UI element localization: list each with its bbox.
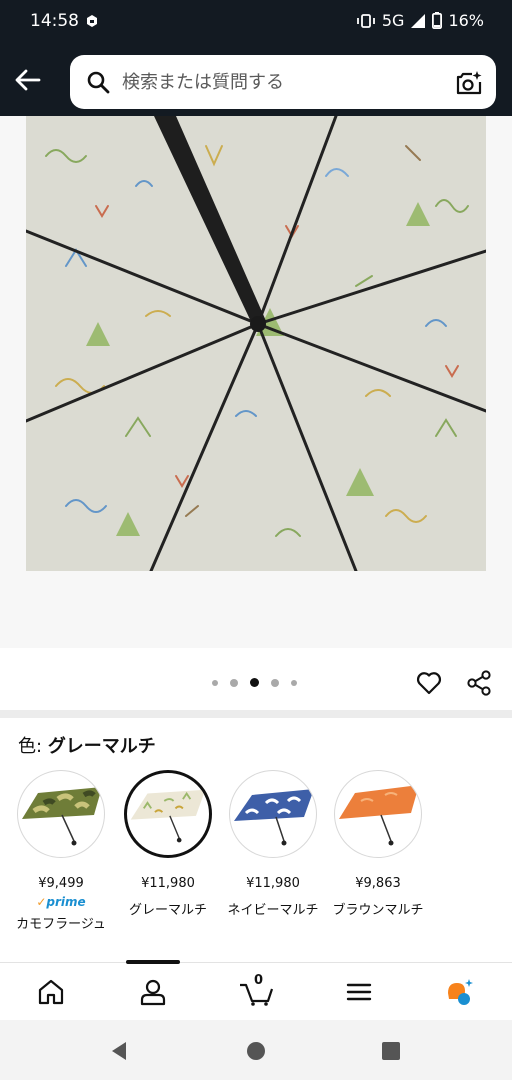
bottom-navigation: 0 (0, 960, 512, 1020)
battery-icon (432, 12, 443, 29)
umbrella-swatch-image (339, 785, 419, 846)
carousel-dot[interactable] (291, 679, 297, 686)
wishlist-heart-icon[interactable] (416, 670, 442, 696)
carousel-dot[interactable] (230, 678, 238, 687)
variant-price: ¥11,980 (246, 876, 300, 891)
variant-name: グレーマルチ (128, 903, 207, 918)
variant-swatch[interactable] (17, 770, 105, 858)
system-recents-icon[interactable] (380, 1040, 402, 1062)
section-divider (0, 710, 512, 718)
search-bar[interactable] (70, 55, 496, 109)
variant-swatch[interactable] (229, 770, 317, 858)
system-back-icon[interactable] (108, 1040, 130, 1062)
variant-price: ¥9,499 (38, 876, 84, 891)
status-bar: 14:58 5G 16% (0, 0, 512, 44)
product-image-umbrella[interactable] (26, 116, 486, 571)
variant-swatch[interactable] (334, 770, 422, 858)
variant-name: ブラウンマルチ (332, 903, 424, 918)
cart-button[interactable]: 0 (238, 973, 274, 1007)
rufus-assistant-icon[interactable] (444, 977, 474, 1007)
system-home-icon[interactable] (245, 1040, 267, 1062)
variant-name: ネイビーマルチ (227, 903, 319, 918)
variant-price: ¥9,863 (355, 876, 401, 891)
account-icon[interactable] (138, 977, 168, 1007)
back-button[interactable] (10, 62, 46, 98)
cart-count: 0 (254, 973, 264, 988)
color-selector: 色: グレーマルチ ¥9,499 ✓prime カモフラージュ ¥11,980 … (0, 718, 512, 962)
carousel-dots[interactable] (212, 678, 297, 687)
color-variant-grey-multi[interactable]: ¥11,980 グレーマルチ (116, 770, 220, 918)
home-icon[interactable] (36, 977, 66, 1007)
carousel-dot[interactable] (212, 679, 218, 686)
app-notification-icon (87, 15, 97, 27)
color-variant-camouflage[interactable]: ¥9,499 ✓prime カモフラージュ (9, 770, 113, 932)
active-tab-indicator (126, 960, 180, 964)
prime-label: prime (46, 895, 86, 909)
vibrate-icon (356, 13, 375, 28)
variant-name: カモフラージュ (16, 917, 106, 932)
carousel-dot-active[interactable] (250, 678, 259, 687)
status-time: 14:58 (30, 11, 79, 31)
color-variant-brown-multi[interactable]: ¥9,863 ブラウンマルチ (326, 770, 430, 918)
variant-price: ¥11,980 (141, 876, 195, 891)
signal-icon (411, 13, 426, 28)
color-variant-navy-multi[interactable]: ¥11,980 ネイビーマルチ (221, 770, 325, 918)
menu-icon[interactable] (344, 977, 374, 1007)
share-icon[interactable] (466, 670, 492, 696)
carousel-controls (0, 648, 512, 710)
variant-swatch-selected[interactable] (124, 770, 212, 858)
search-input[interactable] (122, 55, 442, 109)
system-navigation-bar (0, 1020, 512, 1080)
umbrella-swatch-image (22, 787, 102, 846)
network-type: 5G (381, 11, 405, 30)
camera-search-icon[interactable] (454, 68, 484, 98)
prime-badge: ✓prime (36, 895, 86, 909)
status-indicators: 5G 16% (356, 11, 484, 30)
product-image-area[interactable] (0, 116, 512, 648)
search-icon (87, 71, 110, 94)
umbrella-swatch-image (130, 789, 206, 843)
carousel-dot[interactable] (271, 678, 279, 687)
back-arrow-icon (15, 69, 41, 91)
color-heading: 色: グレーマルチ (18, 732, 156, 758)
app-header (0, 44, 512, 116)
color-selected-value: グレーマルチ (47, 736, 156, 757)
battery-level: 16% (448, 11, 484, 30)
umbrella-swatch-image (234, 789, 314, 846)
color-label: 色: (18, 736, 43, 757)
